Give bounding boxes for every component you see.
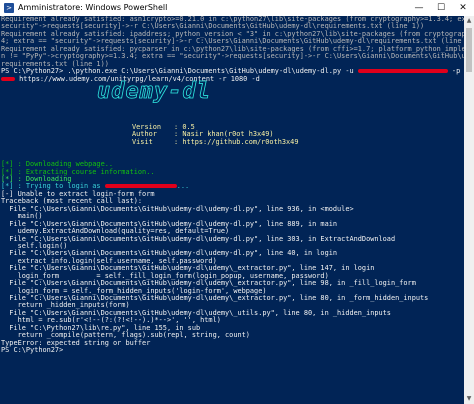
maximize-button[interactable]: ☐: [430, 0, 452, 16]
info-value: https://github.com/r0oth3x49: [182, 137, 299, 146]
error-message: TypeError: expected string or buffer: [1, 338, 151, 347]
banner-logo: udemy-dl: [97, 78, 211, 104]
scroll-up-arrow-icon[interactable]: ▲: [464, 16, 474, 26]
prompt-line[interactable]: PS C:\Python27>: [1, 346, 464, 354]
console-output[interactable]: Requirement already satisfied: asn1crypt…: [0, 16, 464, 404]
info-visit: Visit: https://github.com/r0oth3x49: [132, 137, 299, 146]
redacted-username: [357, 69, 448, 74]
minimize-button[interactable]: —: [408, 0, 430, 16]
powershell-icon: >: [4, 3, 14, 13]
redacted-email: [104, 184, 177, 189]
window-title: Amministratore: Windows PowerShell: [18, 3, 168, 12]
info-key: Visit: [132, 137, 153, 146]
traceback-line: File "C:\Users\Gianni\Documents\GitHub\u…: [1, 234, 396, 243]
redacted-fragment: [1, 76, 15, 81]
close-button[interactable]: ✕: [452, 0, 474, 16]
command-flag: -p: [447, 67, 464, 76]
ascii-banner: udemy-dl: [1, 78, 464, 124]
scroll-thumb[interactable]: [466, 28, 472, 72]
window-controls: — ☐ ✕: [408, 0, 474, 16]
scroll-down-arrow-icon[interactable]: ▼: [464, 394, 474, 404]
title-bar[interactable]: > Amministratore: Windows PowerShell — ☐…: [0, 0, 474, 16]
powershell-window: > Amministratore: Windows PowerShell — ☐…: [0, 0, 474, 404]
traceback-line: File "C:\Users\Gianni\Documents\GitHub\u…: [1, 204, 354, 213]
command-line-continued: https://www.udemy.com/unityrpg/learn/v4/…: [1, 75, 464, 83]
vertical-scrollbar[interactable]: ▲ ▼: [464, 16, 474, 404]
